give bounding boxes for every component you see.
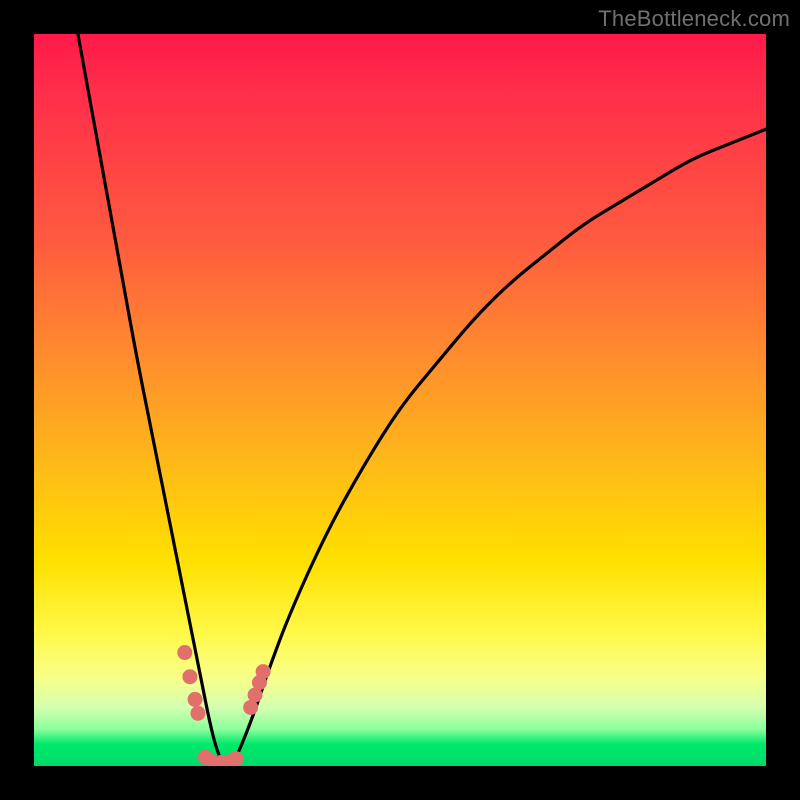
watermark-text: TheBottleneck.com: [598, 6, 790, 32]
marker-dot: [182, 669, 197, 684]
marker-dot: [256, 664, 271, 679]
marker-dot: [229, 751, 244, 766]
chart-plot-area: [34, 34, 766, 766]
marker-dot: [190, 706, 205, 721]
marker-dot: [188, 692, 203, 707]
marker-dot: [177, 645, 192, 660]
chart-frame: TheBottleneck.com: [0, 0, 800, 800]
chart-svg: [34, 34, 766, 766]
marker-layer: [177, 645, 270, 766]
